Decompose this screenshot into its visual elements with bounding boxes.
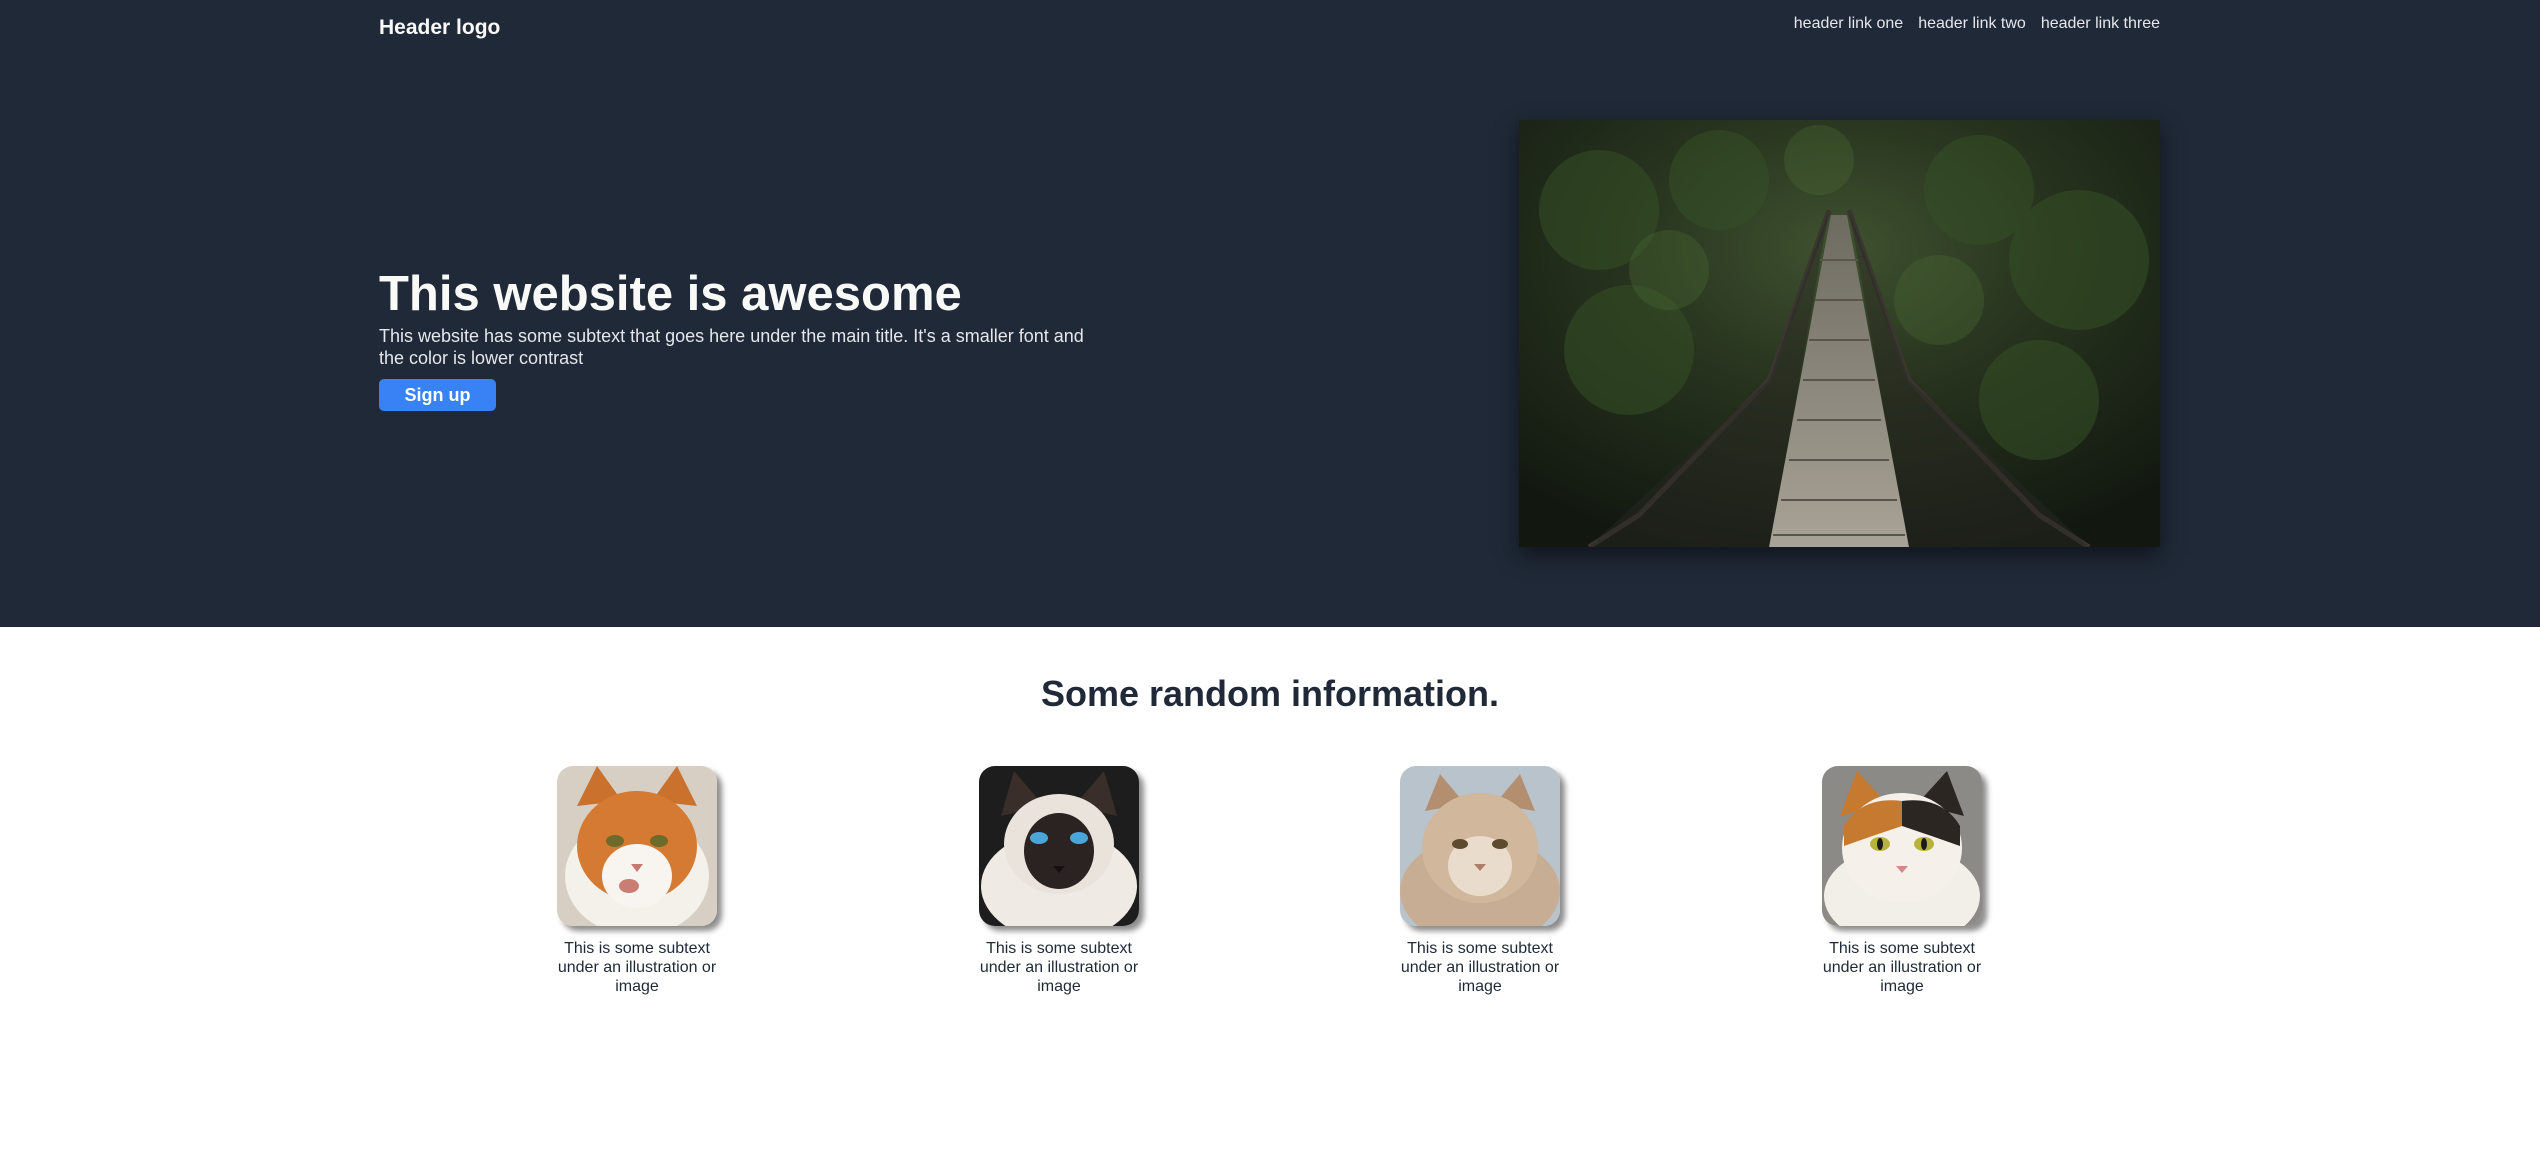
- header-logo[interactable]: Header logo: [379, 16, 500, 40]
- orange-white-cat-image: [557, 766, 717, 926]
- info-card-4: This is some subtext under an illustrati…: [1822, 766, 1982, 996]
- hero-title: This website is awesome: [379, 267, 962, 321]
- header-link-two[interactable]: header link two: [1918, 15, 2026, 33]
- card-caption: This is some subtext under an illustrati…: [1822, 940, 1982, 995]
- hero-subtitle: This website has some subtext that goes …: [379, 325, 1084, 368]
- card-caption: This is some subtext under an illustrati…: [557, 940, 717, 995]
- calico-cat-image: [1822, 766, 1982, 926]
- hero-text: This website is awesome This website has…: [379, 265, 1099, 411]
- info-card-1: This is some subtext under an illustrati…: [557, 766, 717, 996]
- hero-section: Header logo header link one header link …: [0, 0, 2540, 627]
- header-link-one[interactable]: header link one: [1794, 15, 1903, 33]
- fluffy-cream-cat-image: [1400, 766, 1560, 926]
- header-link-three[interactable]: header link three: [2041, 15, 2160, 33]
- signup-button[interactable]: Sign up: [379, 378, 496, 411]
- info-card-2: This is some subtext under an illustrati…: [979, 766, 1139, 996]
- card-caption: This is some subtext under an illustrati…: [1400, 940, 1560, 995]
- siamese-cat-image: [979, 766, 1139, 926]
- header-nav: header link one header link two header l…: [1794, 15, 2160, 33]
- card-caption: This is some subtext under an illustrati…: [979, 940, 1139, 995]
- hero-image-suspension-bridge: [1519, 120, 2160, 547]
- info-section-title: Some random information.: [1040, 673, 1500, 714]
- info-card-3: This is some subtext under an illustrati…: [1400, 766, 1560, 996]
